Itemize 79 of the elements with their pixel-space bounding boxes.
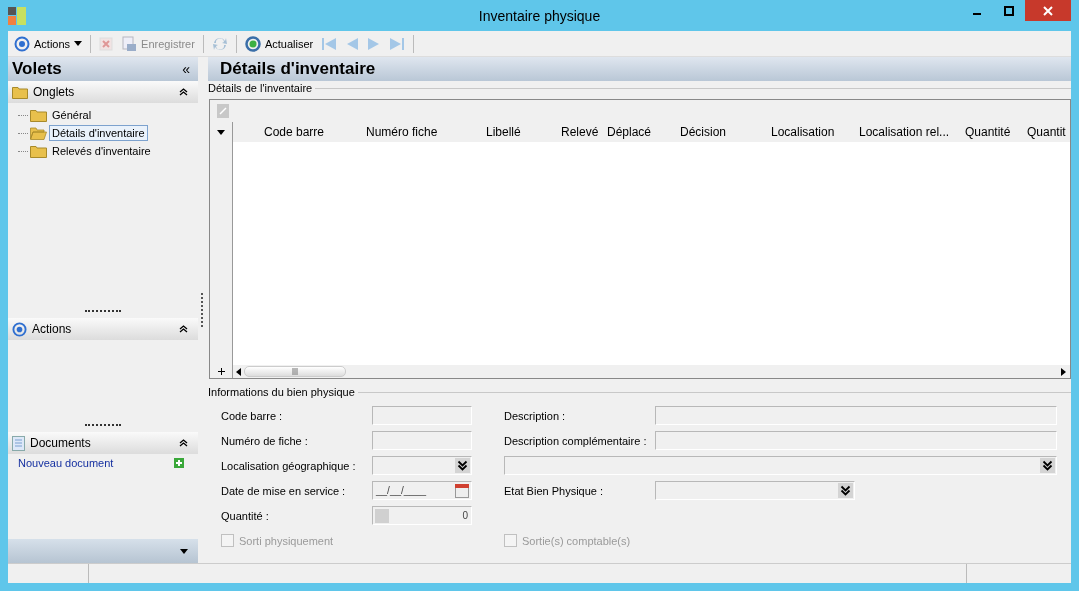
column-header[interactable]: Quantité [965, 125, 1027, 139]
collapse-chevron-icon[interactable] [179, 325, 188, 333]
column-chooser-icon[interactable] [217, 129, 225, 135]
target-icon [12, 321, 27, 337]
dropdown-field[interactable] [372, 456, 472, 475]
folder-icon [30, 144, 47, 158]
last-icon [389, 36, 406, 51]
column-header[interactable]: Quantit [1027, 125, 1066, 139]
dropdown-field[interactable] [504, 456, 1057, 475]
previous-icon [345, 36, 360, 51]
close-icon [1043, 5, 1053, 16]
column-header[interactable]: Relevé [561, 125, 607, 139]
column-header[interactable]: Décision [680, 125, 771, 139]
text-field[interactable] [372, 406, 472, 425]
sync-icon [211, 35, 228, 52]
data-grid[interactable]: Code barre Numéro fiche Libellé Relevé Déplacé Décision Localisation Localisation rel... Quantité Quantit [209, 99, 1071, 379]
window-title: Inventaire physique [478, 7, 601, 24]
text-field[interactable] [655, 431, 1057, 450]
new-document-link[interactable]: Nouveau document [18, 457, 114, 469]
field-label: Numéro de fiche : [221, 434, 309, 447]
document-icon [12, 435, 25, 451]
page-title: Détails d'inventaire [220, 59, 376, 79]
column-header[interactable]: Numéro fiche [366, 125, 486, 139]
group-title: Détails de l'inventaire [208, 82, 313, 94]
save-icon [121, 35, 138, 52]
add-icon[interactable] [174, 458, 184, 468]
minimize-icon [973, 12, 981, 15]
dropdown-icon[interactable] [838, 483, 853, 498]
field-label: Description : [504, 409, 567, 422]
dropdown-icon[interactable] [1040, 458, 1055, 473]
group-title: Informations du bien physique [208, 386, 355, 398]
text-field[interactable] [372, 431, 472, 450]
number-field[interactable]: 0 [372, 506, 472, 525]
column-header[interactable]: Localisation rel... [859, 125, 965, 139]
dropdown-arrow-icon[interactable] [180, 548, 188, 554]
dropdown-field[interactable] [655, 481, 855, 500]
refresh-icon [244, 35, 261, 52]
section-header[interactable]: Actions [8, 318, 198, 340]
column-header[interactable]: Localisation [771, 125, 859, 139]
field-label: Etat Bien Physique : [504, 484, 605, 497]
collapse-chevron-icon[interactable] [179, 88, 188, 96]
column-header[interactable]: Libellé [486, 125, 561, 139]
folder-icon [12, 85, 28, 99]
field-label: Localisation géographique : [221, 459, 357, 472]
column-header[interactable]: Code barre [264, 125, 366, 139]
close-button[interactable] [1025, 0, 1071, 21]
dropdown-icon[interactable] [455, 458, 470, 473]
open-folder-icon [30, 126, 47, 140]
maximize-icon [1004, 5, 1014, 16]
scroll-left-icon[interactable] [236, 367, 241, 376]
add-row-icon[interactable] [217, 368, 225, 375]
checkbox-label: Sorti physiquement [239, 534, 334, 547]
calendar-icon[interactable] [455, 483, 469, 498]
folder-icon [30, 108, 47, 122]
delete-icon [99, 36, 114, 51]
first-icon [321, 36, 338, 51]
refresh-button[interactable]: Actualiser [240, 32, 318, 55]
date-field[interactable]: __/__/____ [372, 481, 472, 500]
scroll-right-icon[interactable] [1061, 367, 1066, 376]
field-label: Description complémentaire : [504, 434, 648, 447]
checkbox-label: Sortie(s) comptable(s) [522, 534, 631, 547]
tree-item[interactable]: Détails d'inventaire [49, 125, 148, 141]
collapse-panes-button[interactable]: « [182, 61, 190, 77]
actions-menu[interactable]: Actions [10, 32, 87, 55]
collapse-chevron-icon[interactable] [179, 439, 188, 447]
section-header[interactable]: Documents [8, 432, 198, 454]
scrollbar-thumb[interactable] [244, 366, 346, 377]
panes-title: Volets [12, 59, 62, 79]
field-label: Quantité : [221, 509, 270, 522]
section-header[interactable]: Onglets [8, 81, 198, 103]
field-label: Date de mise en service : [221, 484, 347, 497]
text-field[interactable] [655, 406, 1057, 425]
caret-icon [74, 41, 83, 46]
target-icon [14, 35, 30, 52]
app-icon [8, 6, 26, 25]
field-label: Code barre : [221, 409, 284, 422]
tree-item[interactable]: Relevés d'inventaire [49, 143, 154, 159]
column-header[interactable]: Déplacé [607, 125, 680, 139]
tree-item[interactable]: Général [49, 107, 95, 123]
